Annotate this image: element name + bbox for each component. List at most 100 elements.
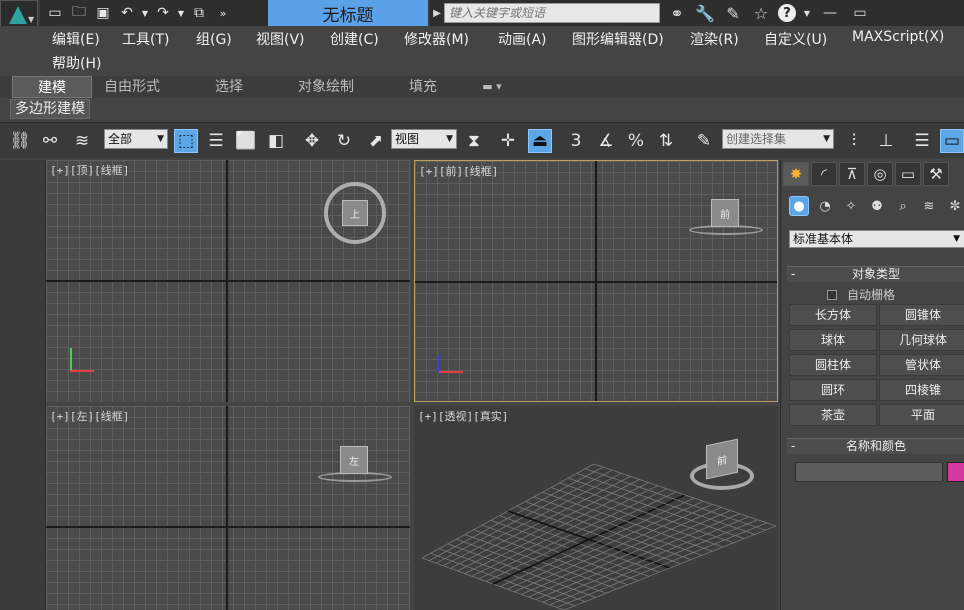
new-file-icon[interactable]: ▭ <box>44 2 66 24</box>
polygon-modeling-button[interactable]: 多边形建模 <box>10 99 90 119</box>
create-tab-icon[interactable]: ✸ <box>783 162 809 186</box>
utilities-tab-icon[interactable]: ⚒ <box>923 162 949 186</box>
viewport-label-top[interactable]: [+][顶][线框] <box>50 162 129 178</box>
viewport-label-front[interactable]: [+][前][线框] <box>419 163 498 179</box>
teapot-button[interactable]: 茶壶 <box>789 404 877 426</box>
sphere-button[interactable]: 球体 <box>789 329 877 351</box>
project-folder-icon[interactable]: ⧉ <box>188 2 210 24</box>
expand-toolbar-icon[interactable]: » <box>212 2 234 24</box>
help-dropdown-icon[interactable]: ▼ <box>802 2 812 24</box>
autogrid-option[interactable]: 自动栅格 <box>827 286 895 303</box>
geosphere-button[interactable]: 几何球体 <box>879 329 964 351</box>
select-move-icon[interactable]: ✥ <box>300 129 324 153</box>
rollout-name-and-color[interactable]: - 名称和颜色 <box>787 438 964 454</box>
object-category-dropdown[interactable]: 标准基本体 ▼ <box>789 230 964 248</box>
window-crossing-icon[interactable]: ◧ <box>264 129 288 153</box>
menu-edit[interactable]: 编辑(E) <box>52 29 100 49</box>
keyboard-shortcut-override-icon[interactable]: ⏏ <box>528 129 552 153</box>
plane-button[interactable]: 平面 <box>879 404 964 426</box>
cylinder-button[interactable]: 圆柱体 <box>789 354 877 376</box>
angle-snap-icon[interactable]: ∡ <box>594 129 618 153</box>
tab-populate[interactable]: 填充 <box>398 76 448 98</box>
named-selection-set-dropdown[interactable]: 创建选择集 ▼ <box>722 129 834 149</box>
graphite-toggle-icon[interactable]: ▭ <box>940 129 964 153</box>
viewcube-left[interactable]: 左 <box>318 444 392 484</box>
viewport-label-perspective[interactable]: [+][透视][真实] <box>418 408 508 424</box>
redo-dropdown-icon[interactable]: ▼ <box>176 2 186 24</box>
minimize-icon[interactable]: — <box>818 5 842 21</box>
edit-named-selection-icon[interactable]: ✎ <box>692 129 716 153</box>
help-icon[interactable]: ? <box>778 4 796 22</box>
select-scale-icon[interactable]: ⬈ <box>364 129 388 153</box>
space-warps-icon[interactable]: ≋ <box>919 196 939 216</box>
viewcube-face[interactable]: 前 <box>711 199 739 227</box>
select-by-name-icon[interactable]: ☰ <box>204 129 228 153</box>
save-icon[interactable]: ▣ <box>92 2 114 24</box>
link-icon[interactable]: ⛓ <box>8 129 32 153</box>
select-rotate-icon[interactable]: ↻ <box>332 129 356 153</box>
rollout-object-type[interactable]: - 对象类型 <box>787 266 964 282</box>
tab-modeling[interactable]: 建模 <box>12 76 92 98</box>
viewport-left[interactable]: [+][左][线框] 左 <box>46 406 410 610</box>
menu-create[interactable]: 创建(C) <box>330 29 379 49</box>
viewcube-face[interactable]: 前 <box>706 438 738 480</box>
viewport-label-left[interactable]: [+][左][线框] <box>50 408 129 424</box>
menu-rendering[interactable]: 渲染(R) <box>690 29 739 49</box>
modify-tab-icon[interactable]: ◜ <box>811 162 837 186</box>
spinner-snap-icon[interactable]: ⇅ <box>654 129 678 153</box>
viewport-top[interactable]: [+][顶][线框] 上 <box>46 160 410 402</box>
autogrid-checkbox[interactable] <box>827 289 837 300</box>
select-manipulate-icon[interactable]: ✛ <box>496 129 520 153</box>
layer-manager-icon[interactable]: ☰ <box>910 129 934 153</box>
object-name-input[interactable] <box>795 462 943 482</box>
selection-filter-dropdown[interactable]: 全部 ▼ <box>104 129 168 149</box>
box-button[interactable]: 长方体 <box>789 304 877 326</box>
tab-selection[interactable]: 选择 <box>200 76 258 98</box>
menu-help[interactable]: 帮助(H) <box>52 53 101 73</box>
wrench-icon[interactable]: 🔧 <box>694 2 716 24</box>
viewport-perspective[interactable]: [+][透视][真实] 前 <box>414 406 778 610</box>
reference-coord-dropdown[interactable]: 视图 ▼ <box>391 129 457 149</box>
shapes-icon[interactable]: ◔ <box>815 196 835 216</box>
snaps-toggle-icon[interactable]: 3 <box>564 129 588 153</box>
motion-tab-icon[interactable]: ◎ <box>867 162 893 186</box>
redo-icon[interactable]: ↷ <box>152 2 174 24</box>
undo-icon[interactable]: ↶ <box>116 2 138 24</box>
viewcube-perspective[interactable]: 前 <box>686 438 758 494</box>
mirror-icon[interactable]: ⫶ <box>842 129 866 153</box>
ribbon-options-icon[interactable]: ▬ ▾ <box>472 76 512 98</box>
geometry-icon[interactable]: ● <box>789 196 809 216</box>
viewcube-top[interactable]: 上 <box>322 180 388 246</box>
tab-freeform[interactable]: 自由形式 <box>96 76 168 98</box>
tab-object-paint[interactable]: 对象绘制 <box>290 76 362 98</box>
menu-tools[interactable]: 工具(T) <box>122 29 169 49</box>
open-folder-icon[interactable]: 🗀 <box>68 2 90 24</box>
viewport-front[interactable]: [+][前][线框] 前 <box>414 160 778 402</box>
pyramid-button[interactable]: 四棱锥 <box>879 379 964 401</box>
align-icon[interactable]: ⊥ <box>874 129 898 153</box>
object-color-swatch[interactable] <box>947 462 964 482</box>
menu-modifiers[interactable]: 修改器(M) <box>404 29 469 49</box>
tube-button[interactable]: 管状体 <box>879 354 964 376</box>
menu-maxscript[interactable]: MAXScript(X) <box>852 29 944 45</box>
star-icon[interactable]: ☆ <box>750 2 772 24</box>
hierarchy-tab-icon[interactable]: ⊼ <box>839 162 865 186</box>
maximize-icon[interactable]: ▭ <box>848 5 872 21</box>
cone-button[interactable]: 圆锥体 <box>879 304 964 326</box>
bind-space-warp-icon[interactable]: ≋ <box>70 129 94 153</box>
helpers-icon[interactable]: ⌕ <box>893 196 913 216</box>
menu-view[interactable]: 视图(V) <box>256 29 305 49</box>
menu-customize[interactable]: 自定义(U) <box>764 29 827 49</box>
unlink-icon[interactable]: ⚯ <box>38 129 62 153</box>
percent-snap-icon[interactable]: % <box>624 129 648 153</box>
display-tab-icon[interactable]: ▭ <box>895 162 921 186</box>
viewcube-front[interactable]: 前 <box>689 197 763 237</box>
undo-dropdown-icon[interactable]: ▼ <box>140 2 150 24</box>
menu-graph-editors[interactable]: 图形编辑器(D) <box>572 29 664 49</box>
viewcube-face[interactable]: 上 <box>342 200 368 226</box>
sign-in-icon[interactable]: ✎ <box>722 2 744 24</box>
systems-icon[interactable]: ✼ <box>945 196 964 216</box>
lights-icon[interactable]: ✧ <box>841 196 861 216</box>
cameras-icon[interactable]: ⚉ <box>867 196 887 216</box>
select-object-icon[interactable]: ⬚ <box>174 129 198 153</box>
